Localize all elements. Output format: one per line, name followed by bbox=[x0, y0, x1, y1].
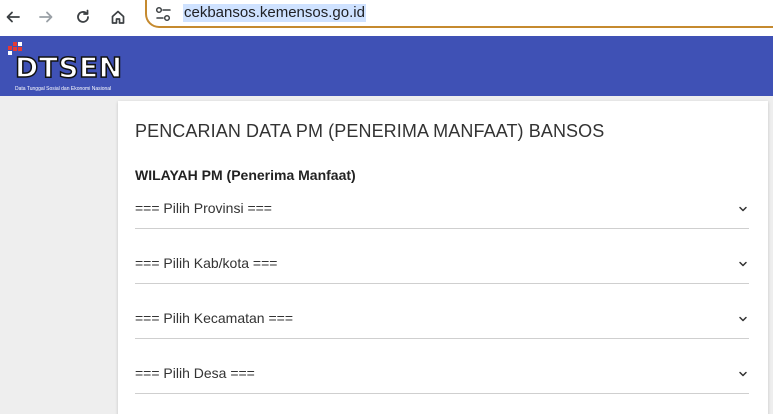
regency-select[interactable]: === Pilih Kab/kota === bbox=[135, 252, 749, 284]
back-button[interactable] bbox=[0, 4, 26, 30]
logo-text: DTSEN bbox=[14, 51, 123, 84]
province-select-label: === Pilih Provinsi === bbox=[135, 200, 272, 216]
site-info-icon[interactable] bbox=[154, 5, 174, 23]
page-title: PENCARIAN DATA PM (PENERIMA MANFAAT) BAN… bbox=[135, 121, 605, 141]
chevron-down-icon bbox=[739, 316, 747, 322]
site-header: DTSEN Data Tunggal Sosial dan Ekonomi Na… bbox=[0, 36, 773, 96]
forward-button[interactable] bbox=[33, 4, 59, 30]
search-form-card: PENCARIAN DATA PM (PENERIMA MANFAAT) BAN… bbox=[118, 101, 768, 414]
chevron-down-icon bbox=[739, 371, 747, 377]
chevron-down-icon bbox=[739, 261, 747, 267]
village-select-label: === Pilih Desa === bbox=[135, 365, 255, 381]
chevron-down-icon bbox=[739, 206, 747, 212]
province-select[interactable]: === Pilih Provinsi === bbox=[135, 197, 749, 229]
home-icon bbox=[111, 10, 125, 24]
regency-select-label: === Pilih Kab/kota === bbox=[135, 255, 278, 271]
url-text[interactable]: cekbansos.kemensos.go.id bbox=[183, 4, 366, 22]
district-select-label: === Pilih Kecamatan === bbox=[135, 310, 293, 326]
district-select[interactable]: === Pilih Kecamatan === bbox=[135, 307, 749, 339]
arrow-right-icon bbox=[39, 11, 53, 23]
village-select[interactable]: === Pilih Desa === bbox=[135, 362, 749, 394]
logo-subtitle: Data Tunggal Sosial dan Ekonomi Nasional bbox=[15, 86, 112, 92]
dtsen-logo[interactable]: DTSEN Data Tunggal Sosial dan Ekonomi Na… bbox=[6, 40, 128, 94]
address-bar[interactable]: cekbansos.kemensos.go.id bbox=[145, 0, 773, 28]
reload-icon bbox=[77, 9, 89, 23]
arrow-left-icon bbox=[6, 11, 20, 23]
section-title: WILAYAH PM (Penerima Manfaat) bbox=[135, 167, 356, 183]
home-button[interactable] bbox=[105, 4, 131, 30]
browser-toolbar: cekbansos.kemensos.go.id bbox=[0, 0, 773, 36]
reload-button[interactable] bbox=[70, 4, 96, 30]
